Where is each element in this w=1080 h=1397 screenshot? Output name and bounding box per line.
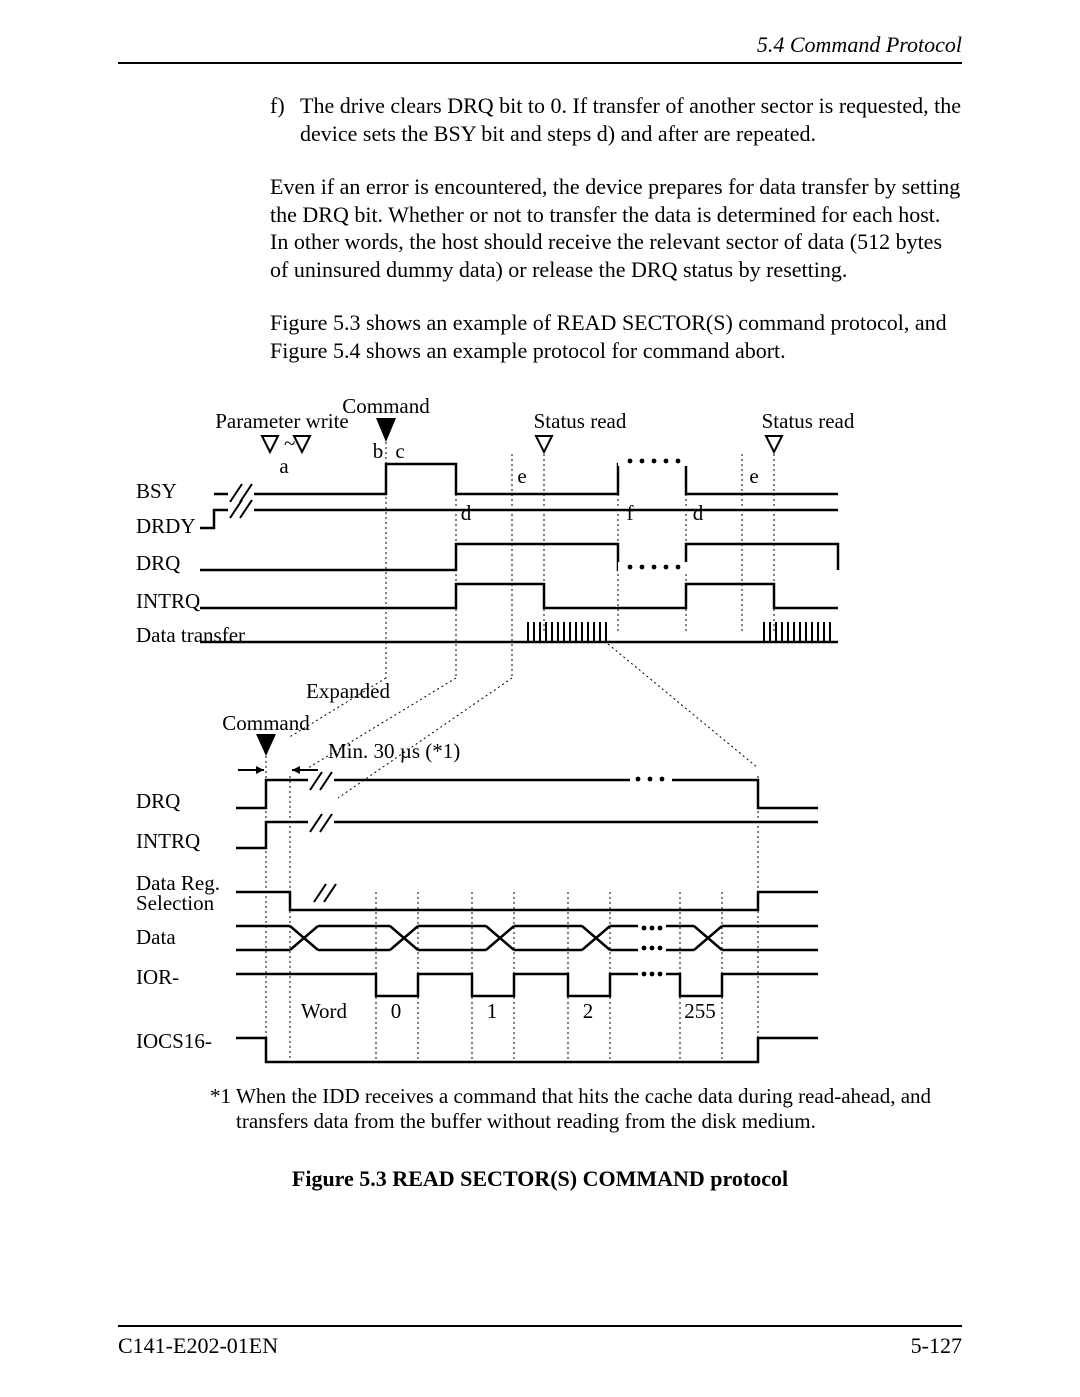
- rule-top: [118, 62, 962, 64]
- data-burst: [528, 622, 830, 642]
- break-icon: [228, 500, 254, 518]
- filled-triangle-icon: [256, 734, 276, 756]
- rule-bottom: [118, 1325, 962, 1327]
- timing-diagram: Parameter write Command Status read Stat…: [118, 398, 962, 1078]
- marker-f: f: [627, 501, 634, 525]
- ellipsis-icon: [618, 562, 688, 572]
- ior-waveform: [236, 974, 818, 996]
- footnote: *1 When the IDD receives a command that …: [210, 1084, 962, 1134]
- page-footer: C141-E202-01EN 5-127: [118, 1325, 962, 1359]
- data-bus: [236, 926, 818, 950]
- label-word: Word: [301, 999, 348, 1023]
- marker-e: e: [749, 464, 758, 488]
- label-command: Command: [342, 398, 430, 418]
- marker-d: d: [461, 501, 472, 525]
- word-2: 2: [583, 999, 594, 1023]
- doc-number: C141-E202-01EN: [118, 1333, 278, 1359]
- signal-label-intrq: INTRQ: [136, 829, 200, 853]
- label-parameter-write: Parameter write: [215, 409, 349, 433]
- section-header: 5.4 Command Protocol: [118, 32, 962, 58]
- figure-caption: Figure 5.3 READ SECTOR(S) COMMAND protoc…: [118, 1166, 962, 1192]
- list-item-f: f) The drive clears DRQ bit to 0. If tra…: [270, 92, 962, 147]
- page: 5.4 Command Protocol f) The drive clears…: [0, 0, 1080, 1397]
- signal-label-drq: DRQ: [136, 789, 180, 813]
- label-status-read: Status read: [534, 409, 627, 433]
- break-icon: [312, 884, 338, 902]
- body-text: f) The drive clears DRQ bit to 0. If tra…: [270, 92, 962, 364]
- hollow-triangle-icon: [536, 436, 552, 452]
- diagram-svg: Parameter write Command Status read Stat…: [118, 398, 962, 1078]
- ellipsis-icon: [642, 926, 663, 951]
- expansion-line: [608, 644, 758, 768]
- footnote-marker: *1: [210, 1084, 236, 1134]
- hollow-triangle-icon: [766, 436, 782, 452]
- list-marker: f): [270, 92, 300, 147]
- word-1: 1: [487, 999, 498, 1023]
- marker-b: b: [373, 439, 384, 463]
- ellipsis-icon: [618, 456, 688, 466]
- marker-a: a: [279, 454, 289, 478]
- signal-label-drdy: DRDY: [136, 514, 196, 538]
- ellipsis-icon: [642, 972, 663, 977]
- label-min30: Min. 30 µs (*1): [328, 739, 460, 763]
- hollow-triangle-icon: [262, 436, 278, 452]
- tilde: ~: [284, 431, 295, 455]
- drq-waveform: [200, 544, 838, 570]
- paragraph: Figure 5.3 shows an example of READ SECT…: [270, 309, 962, 364]
- label-status-read: Status read: [762, 409, 855, 433]
- word-255: 255: [684, 999, 716, 1023]
- page-number: 5-127: [911, 1333, 962, 1359]
- label-expanded: Expanded: [306, 679, 390, 703]
- break-icon: [308, 814, 334, 832]
- paragraph: Even if an error is encountered, the dev…: [270, 173, 962, 283]
- word-0: 0: [391, 999, 402, 1023]
- signal-label-datareg2: Selection: [136, 891, 215, 915]
- footnote-text: When the IDD receives a command that hit…: [236, 1084, 962, 1134]
- break-icon: [308, 772, 334, 790]
- list-text: The drive clears DRQ bit to 0. If transf…: [300, 92, 962, 147]
- label-command: Command: [222, 711, 310, 735]
- marker-d: d: [693, 501, 704, 525]
- hollow-triangle-icon: [294, 436, 310, 452]
- signal-label-data: Data: [136, 925, 176, 949]
- signal-label-iocs16: IOCS16-: [136, 1029, 212, 1053]
- signal-label-intrq: INTRQ: [136, 589, 200, 613]
- marker-e: e: [517, 464, 526, 488]
- ellipsis-icon: [630, 774, 672, 784]
- signal-label-drq: DRQ: [136, 551, 180, 575]
- break-icon: [228, 484, 254, 502]
- marker-c: c: [395, 439, 404, 463]
- signal-label-data: Data transfer: [136, 623, 245, 647]
- signal-label-bsy: BSY: [136, 479, 177, 503]
- iocs16-waveform: [236, 1038, 818, 1062]
- signal-label-ior: IOR-: [136, 965, 179, 989]
